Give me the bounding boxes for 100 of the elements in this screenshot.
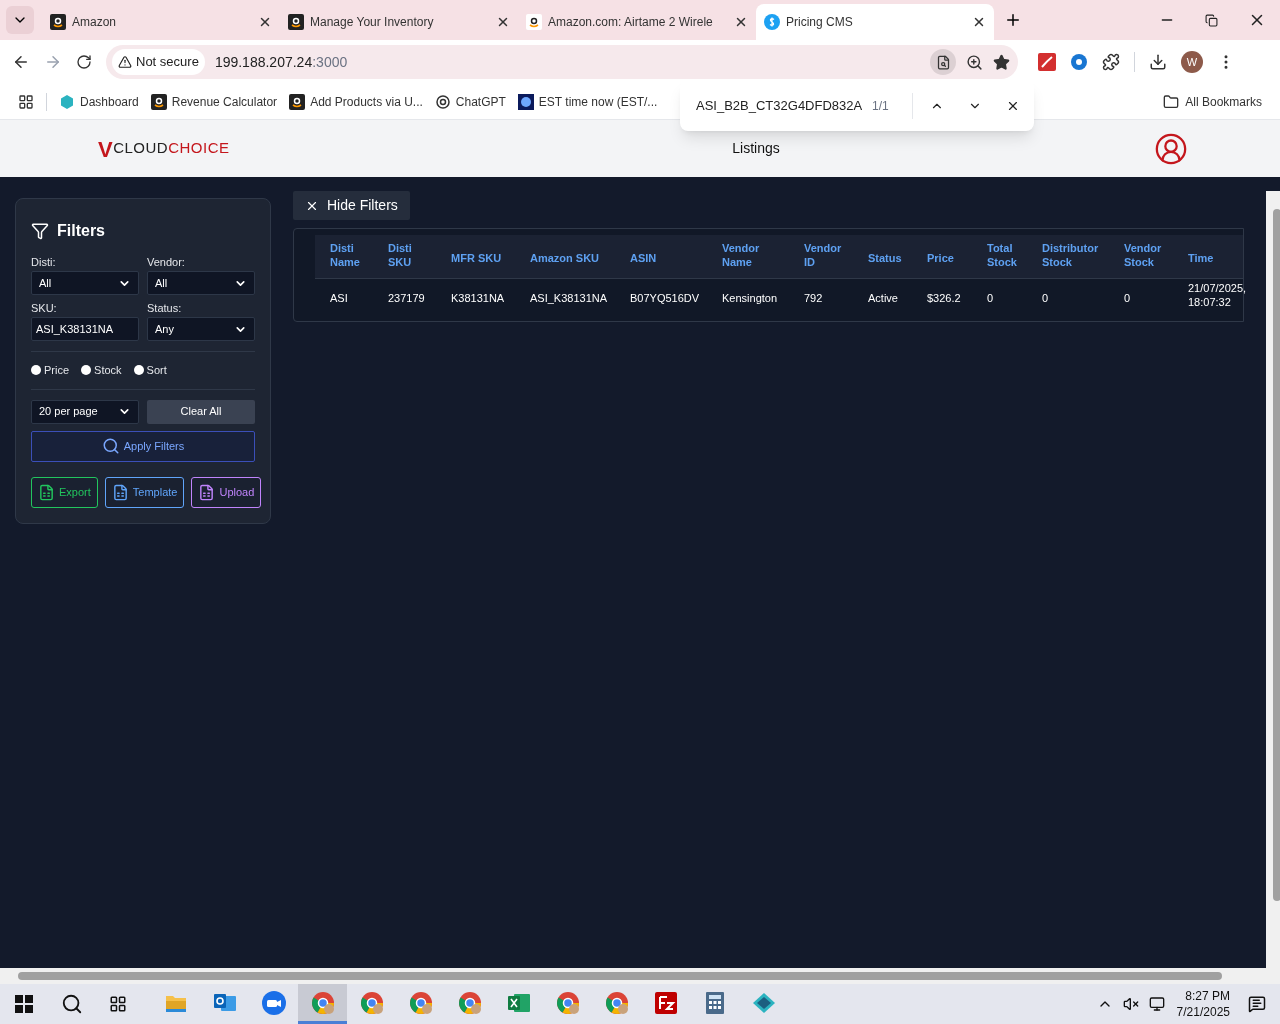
column-header: ASIN [630,250,657,265]
pdf-extension-icon[interactable] [1038,53,1056,71]
tab-title: Amazon.com: Airtame 2 Wirele [548,14,714,31]
close-icon[interactable] [972,15,986,29]
new-tab-icon[interactable] [1004,11,1022,29]
amazon-favicon-icon [50,14,66,30]
diamond-app-icon[interactable] [751,991,776,1014]
table-cell: 0 [1124,291,1131,305]
bookmark-item[interactable]: Revenue Calculator [150,92,278,111]
column-header: Disti SKU [388,240,413,269]
video-app-icon[interactable] [261,990,286,1015]
close-icon[interactable] [496,15,510,29]
security-chip[interactable]: Not secure [112,49,205,75]
table-cell: 237179 [388,291,425,305]
search-icon[interactable] [61,993,83,1015]
browser-tab[interactable]: Pricing CMS [756,4,994,40]
zoom-icon[interactable] [966,53,983,71]
find-icon[interactable] [935,54,951,70]
radio-button[interactable] [31,365,41,376]
hexagon-favicon-icon [59,93,75,110]
extension-icon[interactable] [1070,53,1088,71]
hide-filters-button[interactable]: Hide Filters [293,191,410,220]
column-header: Vendor Stock [1124,240,1163,269]
clear-all-button[interactable]: Clear All [147,399,255,424]
ftp-app-icon[interactable] [654,991,677,1014]
select-field[interactable]: All [31,271,139,295]
browser-icon[interactable] [359,990,384,1015]
reload-icon[interactable] [76,54,92,70]
bookmark-item[interactable]: Dashboard [59,92,139,111]
find-input[interactable]: ASI_B2B_CT32G4DFD832A [696,95,862,116]
globe-favicon-icon [517,93,534,110]
browser-icon[interactable] [457,990,482,1015]
table-cell: Active [868,291,898,305]
browser-tab[interactable]: Manage Your Inventory [280,4,518,40]
folder-icon [1163,93,1180,110]
table-cell: B07YQ516DV [630,291,700,305]
extensions-icon[interactable] [1102,53,1120,71]
search-icon [101,437,120,455]
field-label: SKU: [31,301,58,315]
browser-icon[interactable] [604,990,629,1015]
calculator-icon[interactable] [705,991,724,1014]
spreadsheet-app-icon[interactable] [506,991,531,1014]
filter-icon [31,222,49,240]
select-field[interactable]: Any [147,317,255,341]
browser-icon[interactable] [555,990,580,1015]
action-button[interactable]: Template [104,476,185,508]
back-icon[interactable] [12,53,30,71]
tab-search-button[interactable] [6,6,34,34]
download-icon[interactable] [1149,53,1167,71]
bookmark-item[interactable]: Add Products via U... [289,92,423,111]
browser-tab[interactable]: Amazon.com: Airtame 2 Wirele [518,4,756,40]
clock-time: 8:27 PM [1185,988,1230,1004]
field-label: Vendor: [147,255,186,269]
forward-icon[interactable] [44,53,62,71]
all-bookmarks-item[interactable]: All Bookmarks [1163,92,1262,111]
profile-avatar[interactable]: W [1181,51,1203,73]
spreadsheet-file-icon [38,483,55,501]
mute-icon[interactable] [1122,996,1139,1012]
table-cell: ASI [330,291,348,305]
browser-icon[interactable] [408,990,433,1015]
tab-title: Amazon [72,14,118,31]
bookmark-item[interactable]: EST time now (EST/... [517,92,658,111]
input-field[interactable]: ASI_K38131NA [31,317,139,341]
amazon-favicon-icon [288,14,304,30]
horizontal-scrollbar[interactable] [0,968,1280,984]
star-icon[interactable] [993,53,1010,71]
field-label: Status: [147,301,183,315]
notification-icon[interactable] [1248,995,1266,1013]
browser-tab[interactable]: Amazon [42,4,280,40]
clock-date: 7/21/2025 [1176,1004,1230,1020]
warning-icon [118,55,132,69]
close-icon[interactable] [734,15,748,29]
apply-filters-button[interactable]: Apply Filters [31,430,255,462]
apps-icon[interactable] [18,93,34,110]
column-header: Vendor ID [804,240,843,269]
select-field[interactable]: All [147,271,255,295]
table-cell: ASI_K38131NA [530,291,608,305]
taskbar-app[interactable] [298,984,347,1024]
browser-icon[interactable] [310,990,335,1015]
panel-title: Filters [57,221,105,241]
windows-start-icon[interactable] [15,995,33,1013]
radio-button[interactable] [133,365,144,376]
bookmark-item[interactable]: ChatGPT [434,92,506,111]
column-header: Total Stock [987,240,1018,269]
close-icon[interactable] [258,15,272,29]
mail-app-icon[interactable] [212,991,237,1014]
url-text: 199.188.207.24:3000 [214,52,348,72]
user-icon[interactable] [1154,131,1188,166]
dollar-favicon-icon [764,14,780,30]
action-button[interactable]: Upload [191,476,262,508]
restore-icon[interactable] [1205,13,1218,27]
select-field[interactable]: 20 per page [31,399,139,424]
address-bar[interactable]: Not secure 199.188.207.24:3000 [106,45,1018,79]
radio-button[interactable] [81,365,92,376]
nav-link[interactable]: Listings [732,138,780,159]
radio-label: Stock [94,363,122,378]
action-button[interactable]: Export [31,476,98,508]
amazon-favicon-icon [150,93,167,110]
task-view-icon[interactable] [109,995,127,1013]
field-label: Disti: [31,255,57,269]
